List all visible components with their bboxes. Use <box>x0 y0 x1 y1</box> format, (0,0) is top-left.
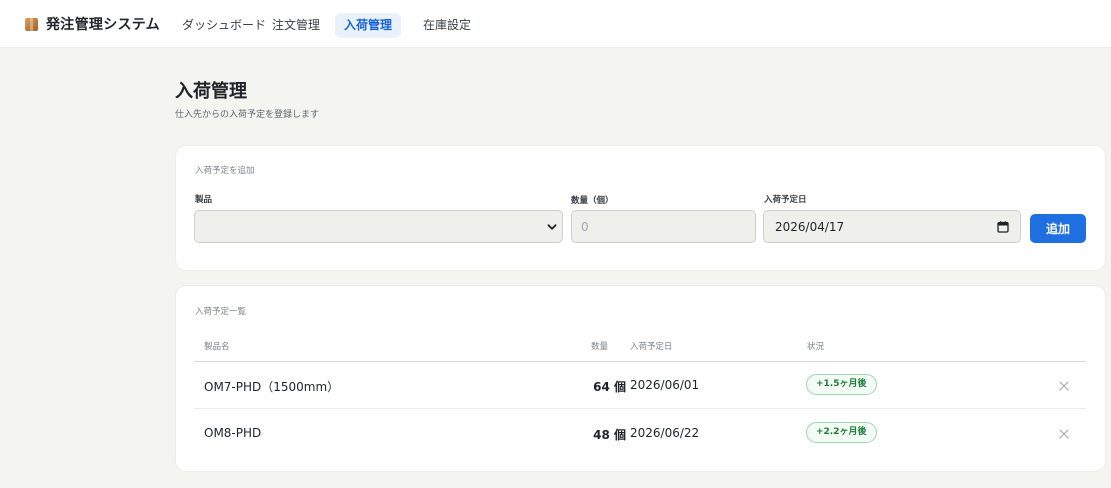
row-divider <box>194 408 1086 409</box>
row-date: 2026/06/22 <box>630 426 700 440</box>
calendar-icon[interactable] <box>997 221 1009 233</box>
header-divider <box>194 361 1086 362</box>
product-label: 製品 <box>195 195 213 205</box>
row-quantity: 64 個 <box>593 380 626 394</box>
column-header-product: 製品名 <box>204 342 230 352</box>
tab-receiving[interactable]: 入荷管理 <box>335 13 402 38</box>
tab-inventory-settings[interactable]: 在庫設定 <box>414 13 480 38</box>
date-value: 2026/04/17 <box>775 220 845 234</box>
row-date: 2026/06/01 <box>630 378 700 392</box>
tab-orders[interactable]: 注文管理 <box>263 13 329 38</box>
column-header-quantity: 数量 <box>591 342 609 352</box>
close-icon[interactable] <box>1057 379 1071 393</box>
add-arrival-card: 入荷予定を追加 製品 数量（個） 入荷予定日 2026/04/17 追加 <box>176 146 1105 270</box>
add-arrival-title: 入荷予定を追加 <box>195 166 255 176</box>
arrival-list-title: 入荷予定一覧 <box>195 307 247 317</box>
chevron-down-icon <box>547 224 557 230</box>
arrival-list-card: 入荷予定一覧 製品名 数量 入荷予定日 状況 OM7-PHD（1500mm） 6… <box>176 286 1105 471</box>
top-nav-bar: 発注管理システム ダッシュボード 注文管理 入荷管理 在庫設定 <box>0 0 1111 48</box>
date-label: 入荷予定日 <box>764 195 807 205</box>
close-icon[interactable] <box>1057 427 1071 441</box>
product-select[interactable] <box>194 210 563 243</box>
column-header-status: 状況 <box>807 342 825 352</box>
row-product: OM7-PHD（1500mm） <box>204 380 340 394</box>
column-header-date: 入荷予定日 <box>630 342 673 352</box>
page-subtitle: 仕入先からの入荷予定を登録します <box>175 110 320 120</box>
page-title: 入荷管理 <box>175 81 247 102</box>
date-input[interactable]: 2026/04/17 <box>763 210 1021 243</box>
quantity-input[interactable] <box>571 210 756 243</box>
row-product: OM8-PHD <box>204 426 262 440</box>
status-badge: +2.2ヶ月後 <box>806 422 877 443</box>
app-title: 発注管理システム <box>46 17 160 33</box>
tab-dashboard[interactable]: ダッシュボード <box>173 13 275 38</box>
package-icon <box>25 17 38 31</box>
status-badge: +1.5ヶ月後 <box>806 374 877 395</box>
add-button[interactable]: 追加 <box>1030 214 1086 243</box>
quantity-label: 数量（個） <box>571 196 614 206</box>
brand[interactable]: 発注管理システム <box>25 14 160 34</box>
row-quantity: 48 個 <box>593 428 626 442</box>
